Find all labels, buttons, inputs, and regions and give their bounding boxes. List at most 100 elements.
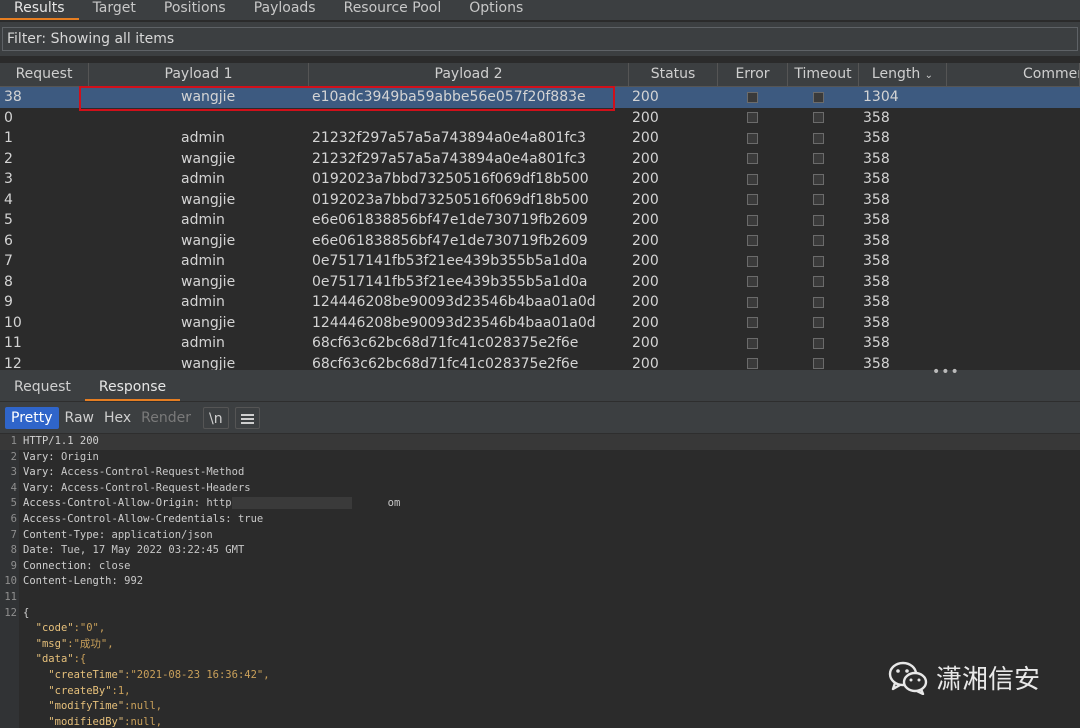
table-row[interactable]: 3 admin 0192023a7bbd73250516f069df18b500 20… xyxy=(0,169,1080,190)
header-value: : Access-Control-Request-Method xyxy=(48,466,245,479)
code-line: 12 { xyxy=(0,606,1080,622)
header-name: { xyxy=(23,606,30,619)
line-number: 12 xyxy=(4,606,17,619)
tab-results[interactable]: Results xyxy=(0,0,79,20)
cell-comment xyxy=(947,210,1080,231)
column-header-length[interactable]: Length ⌄ xyxy=(859,63,947,86)
table-row[interactable]: 0 200 358 xyxy=(0,108,1080,129)
column-header-error[interactable]: Error xyxy=(718,63,788,86)
table-row[interactable]: 12 wangjie 68cf63c62bc68d71fc41c028375e2f6… xyxy=(0,354,1080,371)
header-value: : Origin xyxy=(48,450,99,463)
line-content: Content-Length: 992 xyxy=(23,574,143,590)
line-number: 5 xyxy=(10,497,17,510)
column-header-comment[interactable]: Comment xyxy=(947,63,1080,86)
column-header-request[interactable]: Request xyxy=(0,63,89,86)
tab-positions[interactable]: Positions xyxy=(150,0,240,20)
table-body: 38 wangjie e10adc3949ba59abbe56e057f20f883… xyxy=(0,87,1080,370)
cell-length: 1304 xyxy=(863,89,899,105)
timeout-checkbox xyxy=(813,173,824,185)
filter-input[interactable]: Filter: Showing all items xyxy=(2,27,1078,51)
burp-intruder-window: Results Target Positions Payloads Resour… xyxy=(0,0,1080,728)
json-key: "modifyTime" xyxy=(48,700,125,713)
cell-error xyxy=(718,272,788,293)
cell-timeout xyxy=(788,87,859,108)
cell-comment xyxy=(947,149,1080,170)
error-checkbox xyxy=(746,153,758,164)
cell-payload-1: admin xyxy=(181,130,225,146)
menu-button[interactable] xyxy=(234,406,260,429)
cell-request: 8 xyxy=(4,273,13,290)
tab-payloads[interactable]: Payloads xyxy=(240,0,330,20)
table-row[interactable]: 6 wangjie e6e061838856bf47e1de730719fb2609… xyxy=(0,231,1080,252)
table-row[interactable]: 2 wangjie 21232f297a57a5a743894a0e4a801fc3… xyxy=(0,149,1080,170)
cell-payload-2: 0e7517141fb53f21ee439b355b5a1d0a xyxy=(312,253,588,269)
table-row[interactable]: 9 admin 124446208be90093d23546b4baa01a0d 20… xyxy=(0,292,1080,313)
code-line: 7 Content-Type: application/json xyxy=(0,528,1080,544)
error-checkbox xyxy=(746,296,758,308)
table-row[interactable]: 4 wangjie 0192023a7bbd73250516f069df18b500… xyxy=(0,190,1080,211)
cell-comment xyxy=(947,231,1080,252)
table-row[interactable]: 38 wangjie e10adc3949ba59abbe56e057f20f883… xyxy=(0,87,1080,108)
pretty-button[interactable]: Pretty xyxy=(5,406,59,429)
line-number: 1 xyxy=(10,435,17,447)
cell-length: 358 xyxy=(863,232,890,249)
cell-comment xyxy=(947,128,1080,149)
cell-timeout xyxy=(788,210,859,231)
column-header-status[interactable]: Status xyxy=(629,63,718,86)
table-row[interactable]: 5 admin e6e061838856bf47e1de730719fb2609 20… xyxy=(0,210,1080,231)
timeout-checkbox xyxy=(813,255,824,267)
cell-comment xyxy=(947,292,1080,313)
column-header-timeout[interactable]: Timeout xyxy=(788,63,859,86)
tab-request[interactable]: Request xyxy=(0,376,85,401)
json-key: "createBy" xyxy=(48,684,112,697)
table-row[interactable]: 7 admin 0e7517141fb53f21ee439b355b5a1d0a 20… xyxy=(0,251,1080,272)
timeout-checkbox xyxy=(813,91,824,103)
error-checkbox xyxy=(746,317,758,328)
header-name: Content-Length xyxy=(23,575,112,588)
hex-button[interactable]: Hex xyxy=(100,407,135,429)
table-row[interactable]: 1 admin 21232f297a57a5a743894a0e4a801fc3 20… xyxy=(0,128,1080,149)
tab-options[interactable]: Options xyxy=(455,0,537,20)
render-button[interactable]: Render xyxy=(137,407,195,429)
table-row[interactable]: 10 wangjie 124446208be90093d23546b4baa01a0… xyxy=(0,313,1080,334)
filter-bar: Filter: Showing all items xyxy=(0,22,1080,56)
table-row[interactable]: 8 wangjie 0e7517141fb53f21ee439b355b5a1d0a… xyxy=(0,272,1080,293)
tab-target[interactable]: Target xyxy=(79,0,150,20)
tab-response[interactable]: Response xyxy=(84,376,181,401)
json-value: :1, xyxy=(111,684,131,697)
cell-payload-2: 68cf63c62bc68d71fc41c028375e2f6e xyxy=(312,355,579,371)
line-number: 3 xyxy=(10,466,17,479)
cell-status: 200 xyxy=(632,335,659,351)
cell-payload-1: admin xyxy=(181,171,225,187)
header-name: HTTP/1.1 200 xyxy=(23,435,99,447)
cell-length: 358 xyxy=(863,212,890,228)
line-content: Vary: Access-Control-Request-Headers xyxy=(23,481,251,497)
json-key: "data" xyxy=(35,653,74,666)
cell-payload-1: wangjie xyxy=(181,273,236,290)
line-content: "modifyTime":null, xyxy=(23,699,162,715)
cell-length: 358 xyxy=(863,273,890,290)
timeout-checkbox xyxy=(813,132,824,144)
line-number: 7 xyxy=(10,528,17,541)
table-row[interactable]: 11 admin 68cf63c62bc68d71fc41c028375e2f6e 2… xyxy=(0,333,1080,354)
timeout-checkbox xyxy=(813,194,824,205)
cell-length: 358 xyxy=(863,314,890,331)
raw-button[interactable]: Raw xyxy=(61,407,98,429)
cell-comment xyxy=(947,333,1080,354)
header-value: : Tue, 17 May 2022 03:22:45 GMT xyxy=(48,544,245,557)
code-line: "modifiedBy":null, xyxy=(0,715,1080,728)
column-header-payload-1[interactable]: Payload 1 xyxy=(89,63,309,86)
line-content: "createBy":1, xyxy=(23,684,130,700)
cell-error xyxy=(718,108,788,129)
line-content: Access-Control-Allow-Origin: http om xyxy=(23,496,400,512)
tab-resource-pool[interactable]: Resource Pool xyxy=(330,0,456,20)
cell-status: 200 xyxy=(632,150,659,167)
newline-toggle-button[interactable]: \n xyxy=(203,406,229,429)
error-checkbox xyxy=(746,255,758,267)
cell-comment xyxy=(947,169,1080,190)
error-checkbox xyxy=(746,358,758,369)
line-number: 4 xyxy=(10,481,17,494)
column-header-payload-2[interactable]: Payload 2 xyxy=(309,63,629,86)
